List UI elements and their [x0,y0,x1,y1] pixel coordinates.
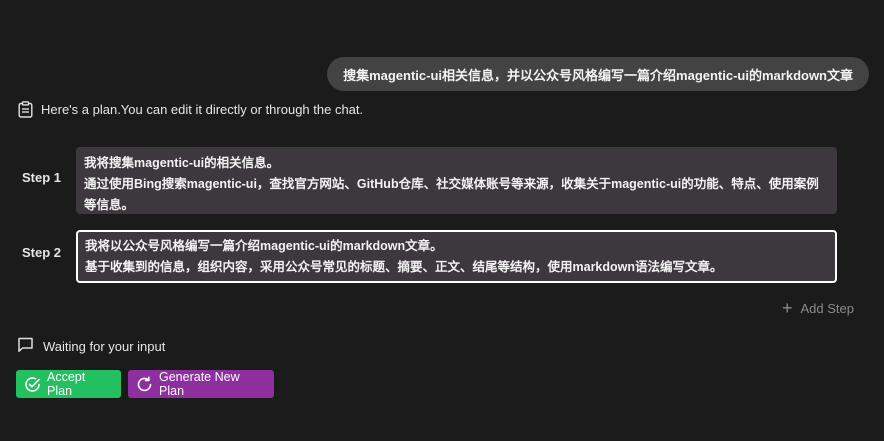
plan-header: Here's a plan.You can edit it directly o… [18,101,363,118]
step-2-editor[interactable]: 我将以公众号风格编写一篇介绍magentic-ui的markdown文章。 基于… [76,230,837,283]
step-1-title: 我将搜集magentic-ui的相关信息。 [84,156,280,170]
step-1-details: 通过使用Bing搜索magentic-ui，查找官方网站、GitHub仓库、社交… [84,177,819,212]
plan-header-text: Here's a plan.You can edit it directly o… [41,102,364,117]
refresh-icon [136,375,153,393]
status-indicator: Waiting for your input [17,336,165,356]
step-label: Step 1 [22,170,62,185]
clipboard-icon [18,101,33,118]
accept-plan-label: Accept Plan [47,370,86,398]
generate-new-plan-button[interactable]: Generate New Plan [128,370,274,398]
user-message-bubble: 搜集magentic-ui相关信息，并以公众号风格编写一篇介绍magentic-… [327,57,869,91]
step-2-title: 我将以公众号风格编写一篇介绍magentic-ui的markdown文章。 [85,239,443,253]
check-circle-icon [24,376,41,393]
user-message-text: 搜集magentic-ui相关信息，并以公众号风格编写一篇介绍magentic-… [343,67,853,83]
step-2-details: 基于收集到的信息，组织内容，采用公众号常见的标题、摘要、正文、结尾等结构，使用m… [85,260,723,274]
accept-plan-button[interactable]: Accept Plan [16,370,121,398]
add-step-button[interactable]: + Add Step [782,299,854,317]
status-text: Waiting for your input [43,338,166,354]
step-label: Step 2 [22,245,62,260]
generate-new-plan-label: Generate New Plan [159,370,240,398]
step-1-editor[interactable]: 我将搜集magentic-ui的相关信息。 通过使用Bing搜索magentic… [76,147,837,214]
plus-icon: + [781,298,793,318]
add-step-label: Add Step [800,300,855,316]
chat-bubble-icon [17,336,34,356]
